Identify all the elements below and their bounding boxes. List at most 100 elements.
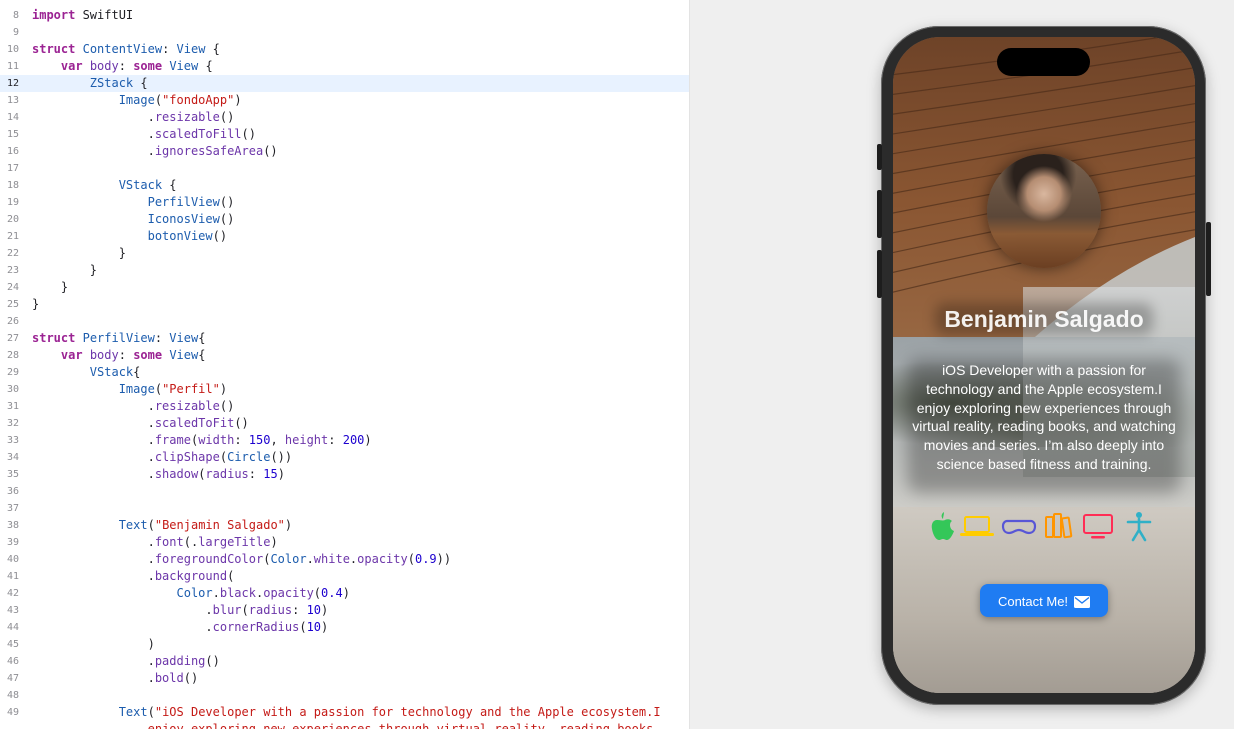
- code-line[interactable]: 13 Image("fondoApp"): [0, 92, 689, 109]
- code-editor[interactable]: 8 import SwiftUI 9 10 struct ContentView: Vi…: [0, 0, 690, 729]
- code-token: bold: [154, 671, 184, 685]
- code-text: botonView(): [32, 228, 227, 245]
- code-line[interactable]: 44 .cornerRadius(10): [0, 619, 689, 636]
- code-token: ZStack: [89, 76, 134, 90]
- code-text: .ignoresSafeArea(): [32, 143, 278, 160]
- line-number: 38: [6, 520, 19, 531]
- code-line[interactable]: 27 struct PerfilView: View{: [0, 330, 689, 347]
- code-line[interactable]: 37: [0, 500, 689, 517]
- code-token: some: [133, 59, 163, 73]
- code-line[interactable]: 19 PerfilView(): [0, 194, 689, 211]
- code-line[interactable]: 45 ): [0, 636, 689, 653]
- code-text: Image("Perfil"): [32, 381, 227, 398]
- code-line[interactable]: 22 }: [0, 245, 689, 262]
- code-line[interactable]: 15 .scaledToFill(): [0, 126, 689, 143]
- code-token: (): [183, 671, 199, 685]
- code-line[interactable]: 46 .padding(): [0, 653, 689, 670]
- code-line[interactable]: 18 VStack {: [0, 177, 689, 194]
- code-token: :: [248, 467, 264, 481]
- code-line[interactable]: 48: [0, 687, 689, 704]
- code-token: Text: [118, 518, 148, 532]
- code-line[interactable]: 8 import SwiftUI: [0, 7, 689, 24]
- code-token: (): [219, 212, 235, 226]
- code-token: (): [205, 654, 220, 668]
- code-token: ): [321, 620, 329, 634]
- code-text: enjoy exploring new experiences through …: [32, 721, 661, 729]
- line-number: 18: [6, 180, 19, 191]
- line-number: 39: [6, 537, 19, 548]
- line-number: 35: [6, 469, 19, 480]
- code-line[interactable]: 12 ZStack {: [0, 75, 689, 92]
- code-line[interactable]: 29 VStack{: [0, 364, 689, 381]
- contact-button-label: Contact Me!: [997, 594, 1069, 610]
- code-line[interactable]: 35 .shadow(radius: 15): [0, 466, 689, 483]
- code-line[interactable]: 28 var body: some View{: [0, 347, 689, 364]
- code-line[interactable]: 14 .resizable(): [0, 109, 689, 126]
- code-token: cornerRadius: [212, 620, 300, 634]
- code-line[interactable]: enjoy exploring new experiences through …: [0, 721, 689, 729]
- code-text: Text("iOS Developer with a passion for t…: [32, 704, 661, 721]
- code-line[interactable]: 10 struct ContentView: View {: [0, 41, 689, 58]
- code-token: Color: [176, 586, 213, 600]
- code-line[interactable]: 39 .font(.largeTitle): [0, 534, 689, 551]
- code-line[interactable]: 40 .foregroundColor(Color.white.opacity(…: [0, 551, 689, 568]
- code-token: ContentView: [82, 42, 163, 56]
- code-line[interactable]: 9: [0, 24, 689, 41]
- code-token: some: [133, 348, 163, 362]
- code-line[interactable]: 47 .bold(): [0, 670, 689, 687]
- code-line[interactable]: 16 .ignoresSafeArea(): [0, 143, 689, 160]
- code-line[interactable]: 30 Image("Perfil"): [0, 381, 689, 398]
- code-token: SwiftUI: [75, 8, 134, 22]
- code-line[interactable]: 36: [0, 483, 689, 500]
- apple-logo-icon: [931, 512, 954, 540]
- code-line[interactable]: 49 Text("iOS Developer with a passion fo…: [0, 704, 689, 721]
- line-number: 37: [6, 503, 19, 514]
- code-token: :: [234, 433, 249, 447]
- code-token: VStack: [89, 365, 134, 379]
- code-line[interactable]: 32 .scaledToFit(): [0, 415, 689, 432]
- code-line[interactable]: 34 .clipShape(Circle()): [0, 449, 689, 466]
- dynamic-island: [997, 48, 1090, 76]
- code-token: padding: [154, 654, 206, 668]
- code-text: .cornerRadius(10): [32, 619, 328, 636]
- code-line[interactable]: 24 }: [0, 279, 689, 296]
- code-line[interactable]: 33 .frame(width: 150, height: 200): [0, 432, 689, 449]
- code-line[interactable]: 43 .blur(radius: 10): [0, 602, 689, 619]
- code-line[interactable]: 23 }: [0, 262, 689, 279]
- code-token: (): [263, 144, 278, 158]
- code-token: }: [32, 246, 126, 260]
- envelope-icon: [1074, 595, 1091, 608]
- code-token: View: [169, 348, 199, 362]
- code-token: 15: [263, 467, 278, 481]
- code-line[interactable]: 21 botonView(): [0, 228, 689, 245]
- code-line[interactable]: 26: [0, 313, 689, 330]
- code-token: scaledToFit: [154, 416, 235, 430]
- code-line[interactable]: 31 .resizable(): [0, 398, 689, 415]
- code-token: opacity: [263, 586, 314, 600]
- code-token: enjoy exploring new experiences through …: [32, 722, 661, 729]
- code-line[interactable]: 20 IconosView(): [0, 211, 689, 228]
- code-token: .: [32, 433, 155, 447]
- code-token: Color: [270, 552, 307, 566]
- code-line[interactable]: 25}: [0, 296, 689, 313]
- code-line[interactable]: 38 Text("Benjamin Salgado"): [0, 517, 689, 534]
- phone-volume-up-button: [877, 190, 882, 238]
- code-line[interactable]: 42 Color.black.opacity(0.4): [0, 585, 689, 602]
- code-token: .: [32, 416, 155, 430]
- code-line[interactable]: 17: [0, 160, 689, 177]
- code-token: "Perfil": [162, 382, 220, 396]
- code-line[interactable]: 11 var body: some View {: [0, 58, 689, 75]
- contact-me-button[interactable]: Contact Me!: [980, 584, 1108, 617]
- code-token: body: [89, 348, 119, 362]
- code-line[interactable]: 41 .background(: [0, 568, 689, 585]
- phone-action-button: [877, 144, 882, 170]
- fitness-figure-icon: [1126, 512, 1152, 542]
- vision-pro-headset-icon: [1001, 519, 1037, 535]
